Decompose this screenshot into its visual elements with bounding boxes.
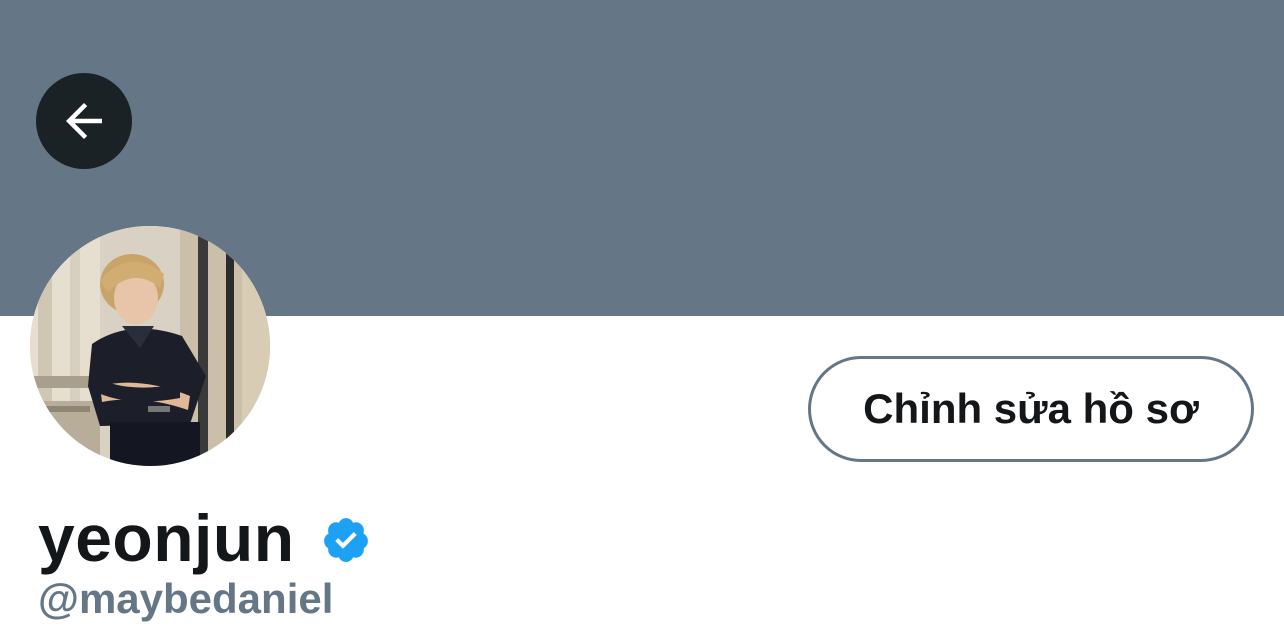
display-name: yeonjun <box>38 501 295 575</box>
profile-page: Chỉnh sửa hồ sơ yeonjun @maybedaniel <box>0 0 1284 634</box>
avatar[interactable] <box>30 226 270 466</box>
back-button[interactable] <box>36 73 132 169</box>
avatar-photo <box>30 226 270 466</box>
verified-badge-icon <box>321 515 371 565</box>
back-arrow-icon <box>66 103 102 139</box>
edit-profile-button[interactable]: Chỉnh sửa hồ sơ <box>808 356 1254 462</box>
user-handle: @maybedaniel <box>38 575 334 622</box>
name-row: yeonjun <box>38 496 371 580</box>
